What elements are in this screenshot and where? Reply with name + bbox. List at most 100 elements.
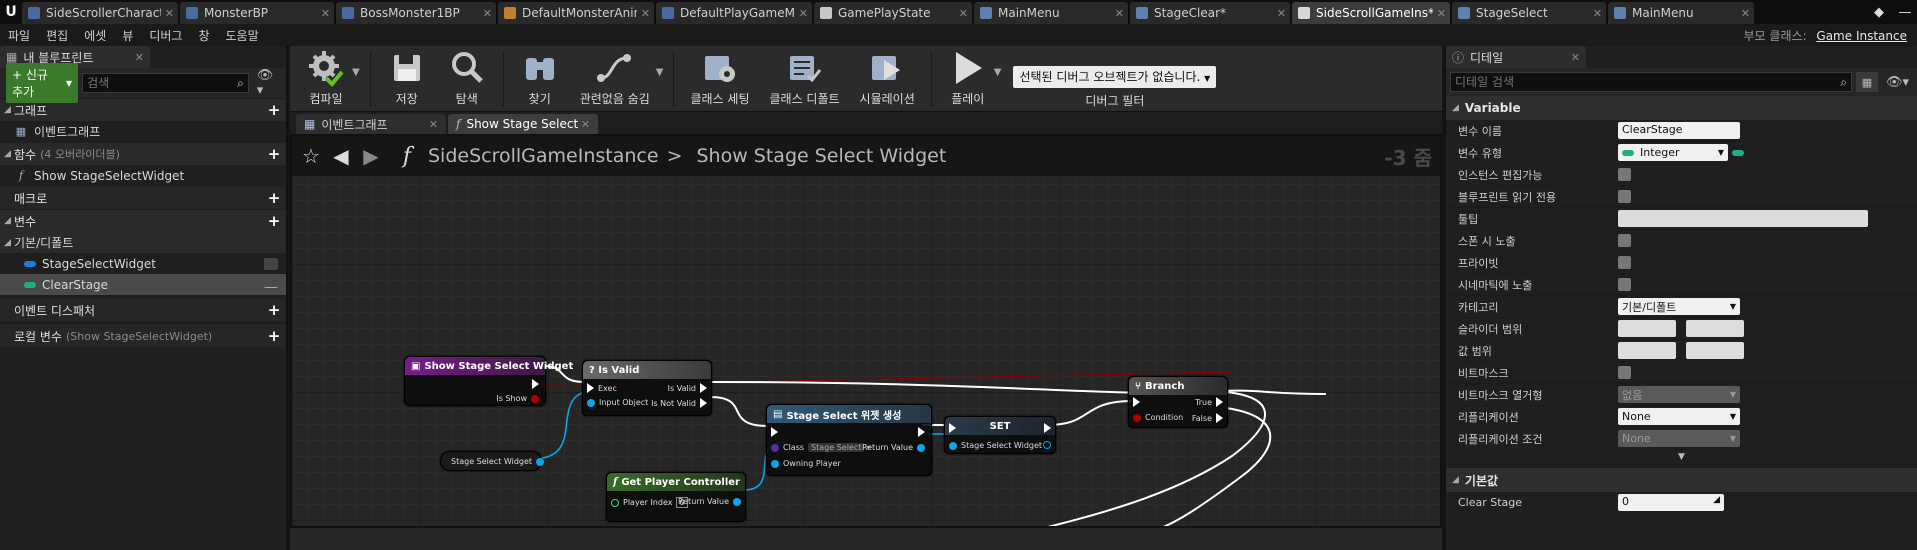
- get-player-controller-node[interactable]: f Get Player Controller Player Index 0 R…: [606, 472, 746, 522]
- is-not-valid-pin[interactable]: Is Not Valid: [651, 398, 707, 408]
- exec-out-pin[interactable]: [918, 427, 925, 437]
- is-valid-pin[interactable]: Is Valid: [668, 383, 707, 393]
- search-input[interactable]: [87, 76, 238, 90]
- hide-unrelated-button[interactable]: 관련없음 숨김: [580, 48, 650, 110]
- tab-event-graph[interactable]: ▦ 이벤트그래프 ✕: [296, 114, 446, 134]
- close-icon[interactable]: ✕: [1593, 7, 1602, 20]
- player-index-pin[interactable]: Player Index 0: [611, 497, 688, 508]
- value-range-min[interactable]: [1618, 342, 1676, 359]
- play-button[interactable]: 플레이: [948, 48, 988, 110]
- class-defaults-button[interactable]: 클래스 디폴트: [769, 48, 840, 110]
- add-dispatcher-button[interactable]: +: [266, 301, 282, 319]
- forward-arrow-icon[interactable]: ▶: [356, 141, 386, 171]
- document-tab[interactable]: StageSelect ✕: [1452, 2, 1606, 24]
- compile-options-dropdown[interactable]: ▼: [352, 67, 360, 78]
- search-icon[interactable]: ⌕: [1840, 75, 1847, 90]
- add-macro-button[interactable]: +: [266, 189, 282, 207]
- document-tab[interactable]: DefaultPlayGameMo ✕: [656, 2, 812, 24]
- section-macros[interactable]: 매크로 +: [0, 187, 286, 209]
- close-icon[interactable]: ✕: [1277, 7, 1286, 20]
- add-new-button[interactable]: + 신규 추가 ▼: [6, 63, 79, 103]
- slider-range-min[interactable]: [1618, 320, 1676, 337]
- bitmask-checkbox[interactable]: [1618, 366, 1631, 379]
- browse-button[interactable]: 탐색: [447, 48, 487, 110]
- menu-debug[interactable]: 디버그: [141, 27, 190, 44]
- category-variable[interactable]: ◢ Variable: [1446, 96, 1917, 120]
- function-item[interactable]: f Show StageSelectWidget: [0, 165, 286, 186]
- menu-edit[interactable]: 편집: [38, 27, 76, 44]
- menu-window[interactable]: 창: [190, 27, 217, 44]
- star-icon[interactable]: ☆: [296, 141, 326, 171]
- expose-spawn-checkbox[interactable]: [1618, 234, 1631, 247]
- property-matrix-icon[interactable]: ▦: [1855, 72, 1878, 92]
- exec-in-pin[interactable]: [1133, 397, 1140, 407]
- compile-button[interactable]: 컴파일: [306, 48, 346, 110]
- owning-player-pin[interactable]: Owning Player: [771, 459, 841, 468]
- set-variable-node[interactable]: SET Stage Select Widget: [944, 416, 1056, 454]
- add-function-button[interactable]: +: [266, 145, 282, 163]
- details-search-input[interactable]: [1455, 75, 1841, 89]
- menu-asset[interactable]: 에셋: [76, 27, 114, 44]
- clear-stage-input[interactable]: 0 ◢: [1618, 494, 1724, 511]
- menu-file[interactable]: 파일: [0, 27, 38, 44]
- variable-name-input[interactable]: ClearStage: [1618, 122, 1740, 139]
- exec-out-pin[interactable]: [532, 379, 539, 389]
- source-control-icon[interactable]: ◆: [1867, 0, 1891, 24]
- breadcrumb-leaf[interactable]: Show Stage Select Widget: [696, 145, 946, 167]
- get-variable-node[interactable]: Stage Select Widget: [440, 451, 545, 471]
- close-icon[interactable]: ✕: [959, 7, 968, 20]
- close-icon[interactable]: ✕: [581, 118, 590, 131]
- document-tab[interactable]: MainMenu ✕: [974, 2, 1128, 24]
- menu-view[interactable]: 뷰: [114, 27, 141, 44]
- section-variables[interactable]: ◢ 변수 +: [0, 210, 286, 232]
- replication-select[interactable]: None ▼: [1618, 408, 1740, 425]
- category-default-value[interactable]: ◢ 기본값: [1446, 468, 1917, 492]
- save-button[interactable]: 저장: [387, 48, 427, 110]
- view-options-icon[interactable]: 👁▾: [253, 68, 280, 98]
- parent-class-link[interactable]: Game Instance: [1816, 29, 1907, 43]
- container-type-icon[interactable]: [1732, 149, 1744, 156]
- input-object-pin[interactable]: Input Object: [587, 398, 648, 407]
- section-functions[interactable]: ◢ 함수 (4 오버라이더블) +: [0, 143, 286, 165]
- section-dispatchers[interactable]: 이벤트 디스패처 +: [0, 299, 286, 321]
- branch-node[interactable]: ⑂ Branch Condition True False: [1128, 376, 1228, 428]
- set-value-pin[interactable]: Stage Select Widget: [949, 441, 1042, 450]
- private-checkbox[interactable]: [1618, 256, 1631, 269]
- close-icon[interactable]: ✕: [641, 7, 650, 20]
- advanced-expand-icon[interactable]: ▼: [1446, 450, 1917, 464]
- return-value-pin[interactable]: Return Value: [862, 443, 925, 452]
- section-graphs[interactable]: ◢ 그래프 +: [0, 99, 286, 121]
- menu-help[interactable]: 도움말: [218, 27, 267, 44]
- hide-unrelated-dropdown[interactable]: ▼: [656, 67, 664, 78]
- variable-category[interactable]: ◢ 기본/디폴트: [0, 232, 286, 253]
- replication-condition-select[interactable]: None ▼: [1618, 430, 1740, 447]
- bitmask-enum-select[interactable]: 없음 ▼: [1618, 386, 1740, 403]
- debug-object-select[interactable]: 선택된 디버그 오브젝트가 없습니다. ▼: [1013, 66, 1217, 88]
- exec-in-pin[interactable]: [771, 427, 778, 437]
- close-icon[interactable]: ✕: [135, 51, 144, 64]
- document-tab[interactable]: SideScrollGameIns* ✕: [1292, 2, 1450, 24]
- close-icon[interactable]: ✕: [429, 118, 438, 131]
- condition-pin[interactable]: Condition: [1133, 413, 1183, 422]
- simulation-button[interactable]: 시뮬레이션: [860, 48, 915, 110]
- function-entry-node[interactable]: ▣ Show Stage Select Widget Is Show: [404, 356, 573, 406]
- exec-out-pin[interactable]: [1044, 423, 1051, 433]
- breadcrumb-root[interactable]: SideScrollGameInstance: [428, 145, 659, 167]
- false-pin[interactable]: False: [1192, 413, 1223, 423]
- find-button[interactable]: 찾기: [520, 48, 560, 110]
- document-tab[interactable]: GamePlayState ✕: [814, 2, 972, 24]
- graph-item-event-graph[interactable]: ▦ 이벤트그래프: [0, 121, 286, 142]
- close-icon[interactable]: ✕: [1741, 7, 1750, 20]
- create-widget-node[interactable]: ▤ Stage Select 위젯 생성 Class Stage Select …: [766, 404, 932, 476]
- exec-in-pin[interactable]: Exec: [587, 383, 617, 393]
- close-icon[interactable]: ✕: [321, 7, 330, 20]
- add-variable-button[interactable]: +: [266, 212, 282, 230]
- search-icon[interactable]: ⌕: [237, 76, 244, 91]
- expose-cinematic-checkbox[interactable]: [1618, 278, 1631, 291]
- is-valid-node[interactable]: ? Is Valid Exec Input Object Is Valid Is…: [582, 360, 712, 416]
- section-local-variables[interactable]: 로컬 변수 (Show StageSelectWidget) +: [0, 325, 286, 347]
- tooltip-input[interactable]: [1618, 210, 1868, 227]
- close-icon[interactable]: ✕: [483, 7, 492, 20]
- close-icon[interactable]: ✕: [1437, 7, 1446, 20]
- add-local-variable-button[interactable]: +: [266, 327, 282, 345]
